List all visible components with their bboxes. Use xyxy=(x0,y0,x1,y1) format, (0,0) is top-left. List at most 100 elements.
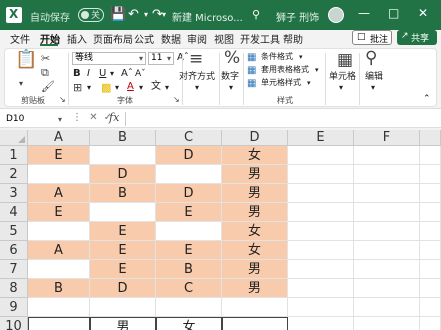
row-header-8[interactable]: 8 xyxy=(0,279,28,298)
font-color-icon[interactable]: A xyxy=(127,81,134,93)
cell-e8[interactable] xyxy=(288,279,354,298)
chevron-down-icon[interactable]: ▾ xyxy=(307,77,311,89)
column-header-d[interactable]: D xyxy=(222,130,288,146)
cell-c5[interactable] xyxy=(156,222,222,241)
cell-c7[interactable]: B xyxy=(156,260,222,279)
cell-a4[interactable]: E xyxy=(28,203,90,222)
cell-filler[interactable] xyxy=(420,298,441,317)
font-name-select[interactable]: 等线 ▾ xyxy=(72,52,146,65)
cell-b10[interactable]: 男 xyxy=(90,317,156,330)
copy-icon[interactable]: ⧉ xyxy=(41,66,49,80)
alignment-dropdown-icon[interactable]: ▾ xyxy=(195,82,199,94)
tab-formulas[interactable]: 公式 xyxy=(134,31,154,46)
search-icon[interactable]: ⚲ xyxy=(365,50,377,67)
cell-f10[interactable] xyxy=(354,317,420,330)
underline-icon[interactable]: U xyxy=(99,68,106,80)
cell-f5[interactable] xyxy=(354,222,420,241)
tab-view[interactable]: 视图 xyxy=(214,31,234,46)
tab-review[interactable]: 审阅 xyxy=(187,31,207,46)
cell-a2[interactable] xyxy=(28,165,90,184)
cell-e6[interactable] xyxy=(288,241,354,260)
cell-b1[interactable] xyxy=(90,146,156,165)
font-size-select[interactable]: 11 ▾ xyxy=(148,52,174,65)
alignment-icon[interactable]: ≡ xyxy=(189,51,203,68)
phonetic-icon[interactable]: 文 xyxy=(151,81,161,93)
format-as-table-button[interactable]: 套用表格格式 xyxy=(261,64,309,76)
cell-a3[interactable]: A xyxy=(28,184,90,203)
cell-c6[interactable]: E xyxy=(156,241,222,260)
cell-a5[interactable] xyxy=(28,222,90,241)
cancel-icon[interactable]: ✕ xyxy=(89,112,97,123)
cell-filler[interactable] xyxy=(420,203,441,222)
cell-f2[interactable] xyxy=(354,165,420,184)
cell-c2[interactable] xyxy=(156,165,222,184)
font-launcher-icon[interactable]: ↘ xyxy=(173,93,180,107)
cell-d4[interactable]: 男 xyxy=(222,203,288,222)
cell-d8[interactable]: 男 xyxy=(222,279,288,298)
cell-c10[interactable]: 女 xyxy=(156,317,222,330)
clipboard-launcher-icon[interactable]: ↘ xyxy=(59,93,66,107)
fill-color-icon[interactable]: ▩ xyxy=(101,81,111,95)
save-icon[interactable]: 💾 xyxy=(110,6,126,24)
maximize-icon[interactable]: □ xyxy=(388,6,399,20)
column-header-a[interactable]: A xyxy=(28,130,90,146)
fill-dropdown-icon[interactable]: ▾ xyxy=(115,82,119,94)
bold-icon[interactable]: B xyxy=(73,68,81,80)
percent-icon[interactable]: % xyxy=(224,50,240,67)
cell-f8[interactable] xyxy=(354,279,420,298)
cell-e4[interactable] xyxy=(288,203,354,222)
cell-c9[interactable] xyxy=(156,298,222,317)
paste-dropdown-icon[interactable]: ▾ xyxy=(19,77,23,91)
cell-b8[interactable]: D xyxy=(90,279,156,298)
italic-icon[interactable]: I xyxy=(87,68,90,80)
autosave-toggle[interactable]: 关 xyxy=(78,8,104,22)
cell-f3[interactable] xyxy=(354,184,420,203)
collapse-ribbon-icon[interactable]: ⌃ xyxy=(423,93,431,105)
cell-a7[interactable] xyxy=(28,260,90,279)
cell-b6[interactable]: E xyxy=(90,241,156,260)
row-header-10[interactable]: 10 xyxy=(0,317,28,330)
cell-filler[interactable] xyxy=(420,279,441,298)
cell-filler[interactable] xyxy=(420,165,441,184)
cell-d5[interactable]: 女 xyxy=(222,222,288,241)
cell-d7[interactable]: 男 xyxy=(222,260,288,279)
number-dropdown-icon[interactable]: ▾ xyxy=(229,82,233,94)
cell-d1[interactable]: 女 xyxy=(222,146,288,165)
cell-d10[interactable] xyxy=(222,317,288,330)
cell-filler[interactable] xyxy=(420,317,441,330)
cell-f1[interactable] xyxy=(354,146,420,165)
decrease-font-size-icon[interactable]: Aˇ xyxy=(135,68,146,80)
column-header-f[interactable]: F xyxy=(354,130,420,146)
row-header-2[interactable]: 2 xyxy=(0,165,28,184)
row-header-3[interactable]: 3 xyxy=(0,184,28,203)
phonetic-dropdown-icon[interactable]: ▾ xyxy=(165,82,169,94)
cell-d3[interactable]: 男 xyxy=(222,184,288,203)
paste-icon[interactable]: 📋 xyxy=(15,51,37,69)
cell-filler[interactable] xyxy=(420,146,441,165)
cell-e1[interactable] xyxy=(288,146,354,165)
name-box[interactable]: D10 ▾ xyxy=(4,112,64,126)
column-header-e[interactable]: E xyxy=(288,130,354,146)
cell-filler[interactable] xyxy=(420,260,441,279)
cell-d9[interactable] xyxy=(222,298,288,317)
row-header-6[interactable]: 6 xyxy=(0,241,28,260)
cell-b9[interactable] xyxy=(90,298,156,317)
row-header-5[interactable]: 5 xyxy=(0,222,28,241)
font-color-dropdown-icon[interactable]: ▾ xyxy=(139,82,143,94)
tab-insert[interactable]: 插入 xyxy=(67,31,87,46)
borders-icon[interactable]: ⊞ xyxy=(73,81,82,95)
cell-e7[interactable] xyxy=(288,260,354,279)
row-header-1[interactable]: 1 xyxy=(0,146,28,165)
cell-filler[interactable] xyxy=(420,241,441,260)
minimize-icon[interactable]: — xyxy=(358,6,370,20)
row-header-9[interactable]: 9 xyxy=(0,298,28,317)
insert-function-icon[interactable]: fx xyxy=(109,111,119,124)
cell-b7[interactable]: E xyxy=(90,260,156,279)
comments-button[interactable]: □ 批注 xyxy=(352,30,392,45)
cell-e10[interactable] xyxy=(288,317,354,330)
cell-c4[interactable]: E xyxy=(156,203,222,222)
cell-a9[interactable] xyxy=(28,298,90,317)
tab-page-layout[interactable]: 页面布局 xyxy=(93,31,133,46)
select-all-corner[interactable] xyxy=(0,130,28,146)
cell-e3[interactable] xyxy=(288,184,354,203)
